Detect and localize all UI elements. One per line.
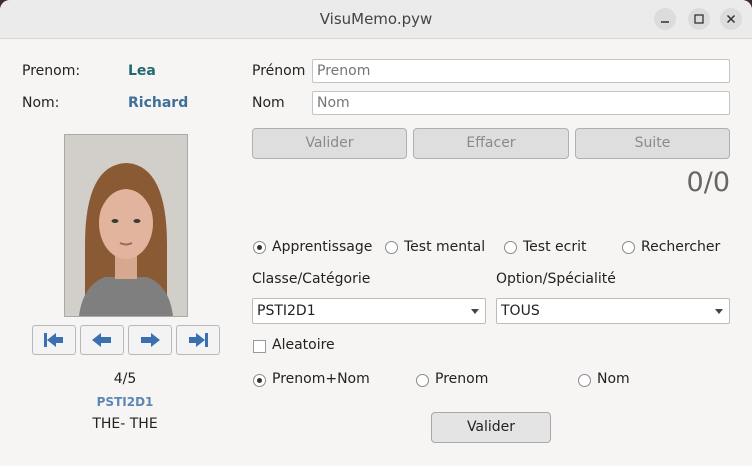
maximize-icon <box>694 14 704 24</box>
nom-input[interactable] <box>312 91 730 115</box>
main-content: Prenom: Lea Nom: Richard 4/5 PSTI2D1 THE… <box>0 39 752 466</box>
mode-apprentissage-radio[interactable] <box>253 241 266 254</box>
window-title: VisuMemo.pyw <box>319 10 433 28</box>
classe-select-value: PSTI2D1 <box>257 303 316 319</box>
aleatoire-checkbox[interactable] <box>253 340 266 353</box>
nom-value: Richard <box>128 95 189 111</box>
mode-apprentissage-label: Apprentissage <box>272 239 373 255</box>
title-bar: VisuMemo.pyw <box>0 0 752 39</box>
first-button[interactable] <box>32 325 76 355</box>
minimize-button[interactable] <box>654 8 676 30</box>
mode-rechercher-label: Rechercher <box>641 239 721 255</box>
form-nom-label: Nom <box>252 95 285 111</box>
chevron-down-icon <box>715 309 723 314</box>
option-select[interactable]: TOUS <box>496 298 730 324</box>
minimize-icon <box>661 21 669 23</box>
display-prenom-nom-radio[interactable] <box>253 374 266 387</box>
mode-test-ecrit-radio[interactable] <box>504 241 517 254</box>
close-icon <box>726 14 736 24</box>
validate-settings-button[interactable]: Valider <box>431 412 551 443</box>
chevron-down-icon <box>471 309 479 314</box>
prenom-input[interactable] <box>312 59 730 83</box>
option-filter-label: Option/Spécialité <box>496 271 616 287</box>
last-button[interactable] <box>176 325 220 355</box>
classe-label: Classe/Catégorie <box>252 271 371 287</box>
close-button[interactable] <box>720 8 742 30</box>
app-window: VisuMemo.pyw Prenom: Lea Nom: Richard 4/… <box>0 0 752 466</box>
display-prenom-radio[interactable] <box>416 374 429 387</box>
display-nom-radio[interactable] <box>578 374 591 387</box>
skip-first-icon <box>44 333 63 347</box>
next-button[interactable] <box>128 325 172 355</box>
display-prenom-label: Prenom <box>435 371 489 387</box>
display-nom-label: Nom <box>597 371 630 387</box>
validate-answer-button[interactable]: Valider <box>252 128 407 159</box>
form-prenom-label: Prénom <box>252 63 306 79</box>
mode-rechercher-radio[interactable] <box>622 241 635 254</box>
arrow-right-icon <box>141 333 160 347</box>
aleatoire-label: Aleatoire <box>272 337 335 353</box>
previous-button[interactable] <box>80 325 124 355</box>
classe-select[interactable]: PSTI2D1 <box>252 298 486 324</box>
prenom-label: Prenom: <box>22 63 81 79</box>
next-question-button[interactable]: Suite <box>575 128 730 159</box>
student-photo <box>64 134 188 317</box>
clear-button[interactable]: Effacer <box>413 128 569 159</box>
display-prenom-nom-label: Prenom+Nom <box>272 371 370 387</box>
option-select-value: TOUS <box>501 303 540 319</box>
prenom-value: Lea <box>128 63 156 79</box>
option-label: THE- THE <box>92 416 158 432</box>
maximize-button[interactable] <box>688 8 710 30</box>
mode-test-mental-radio[interactable] <box>385 241 398 254</box>
mode-test-mental-label: Test mental <box>404 239 486 255</box>
position-counter: 4/5 <box>113 371 137 387</box>
mode-test-ecrit-label: Test ecrit <box>523 239 587 255</box>
nom-label: Nom: <box>22 95 60 111</box>
class-label: PSTI2D1 <box>96 395 154 409</box>
score-display: 0/0 <box>686 167 730 198</box>
arrow-left-icon <box>92 333 111 347</box>
portrait-image <box>65 135 187 316</box>
skip-last-icon <box>189 333 208 347</box>
